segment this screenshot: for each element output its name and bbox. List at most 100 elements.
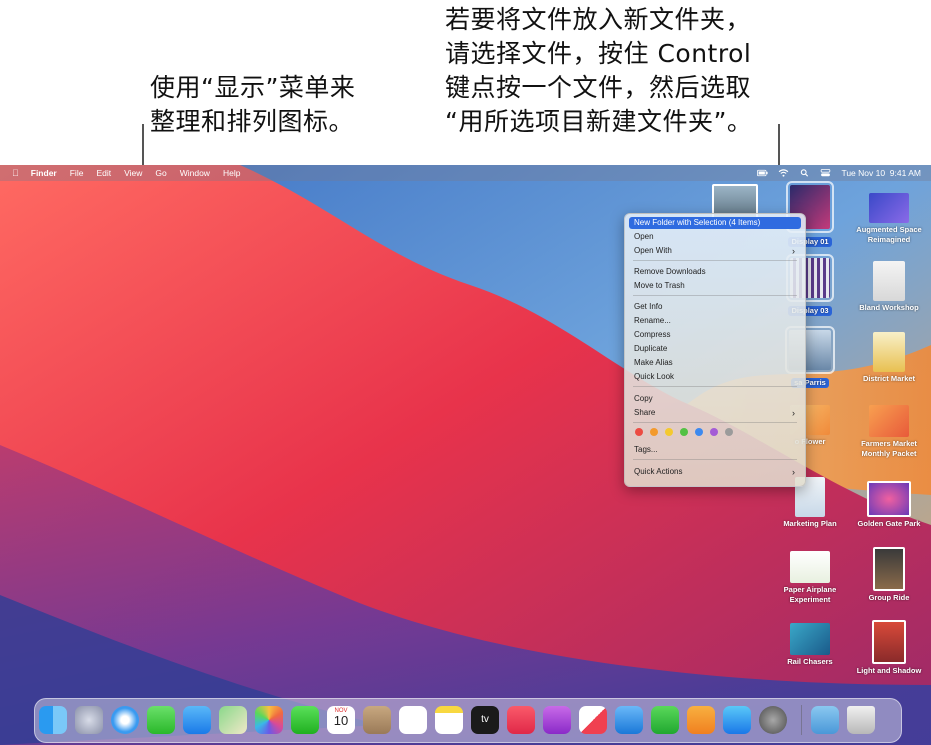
desktop-file-golden-gate-park[interactable]: Golden Gate Park bbox=[849, 481, 929, 529]
menu-separator bbox=[633, 459, 797, 460]
document-thumbnail bbox=[873, 332, 905, 372]
file-label: Marketing Plan bbox=[783, 519, 837, 528]
trash-icon[interactable] bbox=[847, 706, 875, 734]
edit-menu[interactable]: Edit bbox=[96, 168, 111, 178]
file-label: Paper Airplane Experiment bbox=[783, 585, 837, 604]
notes-icon[interactable] bbox=[435, 706, 463, 734]
clock[interactable]: Tue Nov 10 9:41 AM bbox=[841, 168, 921, 178]
go-menu[interactable]: Go bbox=[155, 168, 166, 178]
callout-line: 请选择文件，按住 Control bbox=[445, 39, 752, 68]
appletv-label: tv bbox=[481, 714, 489, 725]
callout-line: “用所选项目新建文件夹”。 bbox=[445, 107, 753, 136]
numbers-icon[interactable] bbox=[651, 706, 679, 734]
file-label: Bland Workshop bbox=[859, 303, 919, 312]
tag-color-row bbox=[629, 428, 801, 438]
reminders-icon[interactable] bbox=[399, 706, 427, 734]
finder-icon[interactable] bbox=[39, 706, 67, 734]
file-label: Group Ride bbox=[868, 593, 910, 602]
calendar-day: 10 bbox=[333, 713, 349, 728]
callout-line: 若要将文件放入新文件夹， bbox=[445, 5, 752, 34]
battery-icon[interactable] bbox=[757, 169, 769, 177]
desktop-file-augmented-space[interactable]: Augmented Space Reimagined bbox=[849, 193, 929, 245]
status-area: Tue Nov 10 9:41 AM bbox=[757, 165, 921, 181]
tag-red-icon[interactable] bbox=[635, 428, 643, 436]
tag-gray-icon[interactable] bbox=[725, 428, 733, 436]
menu-item-open[interactable]: Open bbox=[629, 231, 801, 243]
desktop-file-paper-airplane[interactable]: Paper Airplane Experiment bbox=[770, 551, 850, 605]
menu-item-label: Share bbox=[634, 408, 656, 417]
wifi-icon[interactable] bbox=[778, 169, 789, 177]
tag-purple-icon[interactable] bbox=[710, 428, 718, 436]
music-icon[interactable] bbox=[507, 706, 535, 734]
help-menu[interactable]: Help bbox=[223, 168, 240, 178]
view-menu[interactable]: View bbox=[124, 168, 142, 178]
menu-item-duplicate[interactable]: Duplicate bbox=[629, 343, 801, 355]
file-label: Golden Gate Park bbox=[857, 519, 921, 528]
desktop-file-farmers-market[interactable]: Farmers Market Monthly Packet bbox=[849, 405, 929, 459]
menu-item-copy[interactable]: Copy bbox=[629, 393, 801, 405]
tag-blue-icon[interactable] bbox=[695, 428, 703, 436]
mac-screen:  Finder File Edit View Go Window Help T… bbox=[0, 165, 931, 745]
dock: NOV 10 tv bbox=[34, 698, 902, 743]
menu-item-compress[interactable]: Compress bbox=[629, 329, 801, 341]
pages-icon[interactable] bbox=[687, 706, 715, 734]
menu-item-make-alias[interactable]: Make Alias bbox=[629, 357, 801, 369]
apple-menu-icon[interactable]:  bbox=[12, 168, 19, 178]
file-label: Farmers Market Monthly Packet bbox=[861, 439, 917, 458]
desktop-file-rail-chasers[interactable]: Rail Chasers bbox=[770, 623, 850, 667]
contacts-icon[interactable] bbox=[363, 706, 391, 734]
menu-separator bbox=[633, 260, 797, 261]
menu-item-rename[interactable]: Rename... bbox=[629, 315, 801, 327]
news-icon[interactable] bbox=[579, 706, 607, 734]
launchpad-icon[interactable] bbox=[75, 706, 103, 734]
appletv-icon[interactable]: tv bbox=[471, 706, 499, 734]
file-menu[interactable]: File bbox=[70, 168, 84, 178]
desktop-file-district-market[interactable]: District Market bbox=[849, 332, 929, 384]
context-menu: New Folder with Selection (4 Items) Open… bbox=[624, 213, 806, 487]
menu-separator bbox=[633, 295, 797, 296]
downloads-folder-icon[interactable] bbox=[811, 706, 839, 734]
view-menu-callout: 使用“显示”菜单来 整理和排列图标。 bbox=[150, 71, 355, 139]
tag-orange-icon[interactable] bbox=[650, 428, 658, 436]
menu-item-quick-actions[interactable]: Quick Actions › bbox=[629, 466, 801, 478]
menu-item-label: Quick Actions bbox=[634, 467, 683, 476]
menu-item-tags[interactable]: Tags... bbox=[629, 444, 801, 456]
facetime-icon[interactable] bbox=[291, 706, 319, 734]
messages-icon[interactable] bbox=[147, 706, 175, 734]
menu-item-new-folder-with-selection[interactable]: New Folder with Selection (4 Items) bbox=[629, 217, 801, 229]
new-folder-callout: 若要将文件放入新文件夹， 请选择文件，按住 Control 键点按一个文件，然后… bbox=[445, 3, 752, 139]
menu-item-move-to-trash[interactable]: Move to Trash bbox=[629, 280, 801, 292]
tag-green-icon[interactable] bbox=[680, 428, 688, 436]
desktop-file-light-and-shadow[interactable]: Light and Shadow bbox=[849, 620, 929, 676]
menu-item-label: Open With bbox=[634, 246, 672, 255]
safari-icon[interactable] bbox=[111, 706, 139, 734]
desktop-file-group-ride[interactable]: Group Ride bbox=[849, 547, 929, 603]
menu-item-open-with[interactable]: Open With › bbox=[629, 245, 801, 257]
tag-yellow-icon[interactable] bbox=[665, 428, 673, 436]
photos-icon[interactable] bbox=[255, 706, 283, 734]
keynote-icon[interactable] bbox=[615, 706, 643, 734]
system-preferences-icon[interactable] bbox=[759, 706, 787, 734]
poster-thumbnail bbox=[869, 193, 909, 223]
appstore-icon[interactable] bbox=[723, 706, 751, 734]
chevron-right-icon: › bbox=[792, 467, 795, 477]
callout-line: 整理和排列图标。 bbox=[150, 107, 355, 136]
menu-item-quick-look[interactable]: Quick Look bbox=[629, 371, 801, 383]
desktop-file-bland-workshop[interactable]: Bland Workshop bbox=[849, 261, 929, 313]
window-menu[interactable]: Window bbox=[180, 168, 210, 178]
photo-thumbnail bbox=[790, 623, 830, 655]
search-icon[interactable] bbox=[799, 169, 810, 177]
mail-icon[interactable] bbox=[183, 706, 211, 734]
menu-item-get-info[interactable]: Get Info bbox=[629, 301, 801, 313]
calendar-icon[interactable]: NOV 10 bbox=[327, 706, 355, 734]
menu-item-remove-downloads[interactable]: Remove Downloads bbox=[629, 266, 801, 278]
chevron-right-icon: › bbox=[792, 408, 795, 418]
menu-item-share[interactable]: Share › bbox=[629, 407, 801, 419]
maps-icon[interactable] bbox=[219, 706, 247, 734]
menu-bar:  Finder File Edit View Go Window Help T… bbox=[0, 165, 931, 181]
photo-thumbnail bbox=[867, 481, 911, 517]
control-center-icon[interactable] bbox=[820, 169, 831, 177]
finder-menu[interactable]: Finder bbox=[31, 168, 57, 178]
podcasts-icon[interactable] bbox=[543, 706, 571, 734]
file-label: Augmented Space Reimagined bbox=[856, 225, 922, 244]
